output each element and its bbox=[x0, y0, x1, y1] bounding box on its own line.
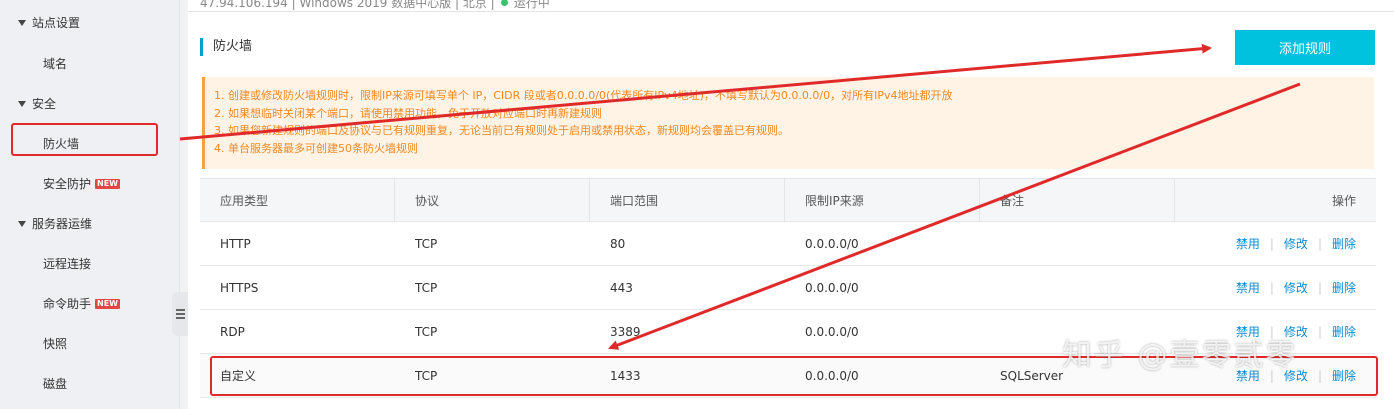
cell-ip: 0.0.0.0/0 bbox=[805, 280, 859, 295]
cell-app: HTTP bbox=[220, 236, 251, 251]
delete-link[interactable]: 删除 bbox=[1332, 235, 1356, 252]
new-badge: NEW bbox=[95, 298, 120, 309]
cell-protocol: TCP bbox=[415, 280, 438, 295]
disable-link[interactable]: 禁用 bbox=[1236, 235, 1260, 252]
cell-port: 80 bbox=[610, 236, 626, 251]
add-rule-button[interactable]: 添加规则 bbox=[1235, 30, 1375, 65]
notice-line: 4. 单台服务器最多可创建50条防火墙规则 bbox=[214, 141, 418, 155]
page-title: 防火墙 bbox=[200, 38, 252, 56]
edit-link[interactable]: 修改 bbox=[1284, 279, 1308, 296]
sidebar: 站点设置 域名 安全 防火墙 安全防护 NEW 服务器运维 远程连接 命令助手 … bbox=[0, 0, 180, 409]
status-text: 运行中 bbox=[513, 0, 550, 10]
new-badge: NEW bbox=[95, 178, 120, 189]
column-header: 端口范围 bbox=[590, 178, 785, 222]
cell-protocol: TCP bbox=[415, 324, 438, 339]
sidebar-group-security[interactable]: 安全 bbox=[18, 95, 56, 112]
column-header: 限制IP来源 bbox=[785, 178, 980, 222]
table-row: HTTP TCP 80 0.0.0.0/0 禁用 | 修改 | 删除 bbox=[200, 222, 1376, 266]
edit-link[interactable]: 修改 bbox=[1284, 235, 1308, 252]
column-header: 备注 bbox=[980, 178, 1175, 222]
column-header: 协议 bbox=[395, 178, 590, 222]
watermark: 知乎 @壹零贰零 bbox=[1062, 338, 1298, 373]
notice-line: 3. 如果您新建规则的端口及协议与已有规则重复，无论当前已有规则处于启用或禁用状… bbox=[214, 124, 789, 137]
sidebar-item-disk[interactable]: 磁盘 bbox=[43, 375, 67, 392]
sidebar-collapse-toggle[interactable] bbox=[172, 292, 188, 336]
highlight-box-firewall bbox=[11, 123, 158, 156]
caret-down-icon bbox=[18, 100, 26, 107]
table-row: HTTPS TCP 443 0.0.0.0/0 禁用 | 修改 | 删除 bbox=[200, 266, 1376, 310]
server-info-line: 47.94.106.194 | Windows 2019 数据中心版 | 北京 … bbox=[200, 0, 550, 11]
sidebar-group-site-settings[interactable]: 站点设置 bbox=[18, 14, 80, 31]
notice-box: 1. 创建或修改防火墙规则时，限制IP来源可填写单个 IP，CIDR 段或者0.… bbox=[202, 77, 1374, 169]
cell-port: 3389 bbox=[610, 324, 641, 339]
cell-app: HTTPS bbox=[220, 280, 259, 295]
status-dot-icon bbox=[500, 0, 508, 6]
sidebar-item-command-helper[interactable]: 命令助手 NEW bbox=[43, 295, 120, 312]
sidebar-item-snapshot[interactable]: 快照 bbox=[43, 335, 67, 352]
cell-protocol: TCP bbox=[415, 236, 438, 251]
cell-app: RDP bbox=[220, 324, 245, 339]
delete-link[interactable]: 删除 bbox=[1332, 323, 1356, 340]
cell-ip: 0.0.0.0/0 bbox=[805, 324, 859, 339]
table-header: 应用类型 协议 端口范围 限制IP来源 备注 操作 bbox=[200, 178, 1376, 222]
sidebar-item-security-protection[interactable]: 安全防护 NEW bbox=[43, 175, 120, 192]
cell-actions: 禁用 | 修改 | 删除 bbox=[1235, 279, 1356, 296]
disable-link[interactable]: 禁用 bbox=[1236, 279, 1260, 296]
notice-line: 1. 创建或修改防火墙规则时，限制IP来源可填写单个 IP，CIDR 段或者0.… bbox=[214, 89, 953, 102]
column-header: 应用类型 bbox=[200, 178, 395, 222]
notice-line: 2. 如果想临时关闭某个端口，请使用禁用功能，免于开放对应端口时再新建规则 bbox=[214, 106, 602, 120]
sidebar-item-domain[interactable]: 域名 bbox=[43, 55, 67, 72]
cell-ip: 0.0.0.0/0 bbox=[805, 236, 859, 251]
header-divider bbox=[188, 11, 1394, 12]
column-header: 操作 bbox=[1331, 193, 1356, 208]
caret-down-icon bbox=[18, 220, 26, 227]
sidebar-group-server-ops[interactable]: 服务器运维 bbox=[18, 215, 92, 232]
cell-actions: 禁用 | 修改 | 删除 bbox=[1235, 235, 1356, 252]
cell-port: 443 bbox=[610, 280, 633, 295]
menu-collapse-icon bbox=[175, 309, 185, 319]
caret-down-icon bbox=[18, 19, 26, 26]
sidebar-item-remote-connect[interactable]: 远程连接 bbox=[43, 255, 91, 272]
delete-link[interactable]: 删除 bbox=[1332, 279, 1356, 296]
